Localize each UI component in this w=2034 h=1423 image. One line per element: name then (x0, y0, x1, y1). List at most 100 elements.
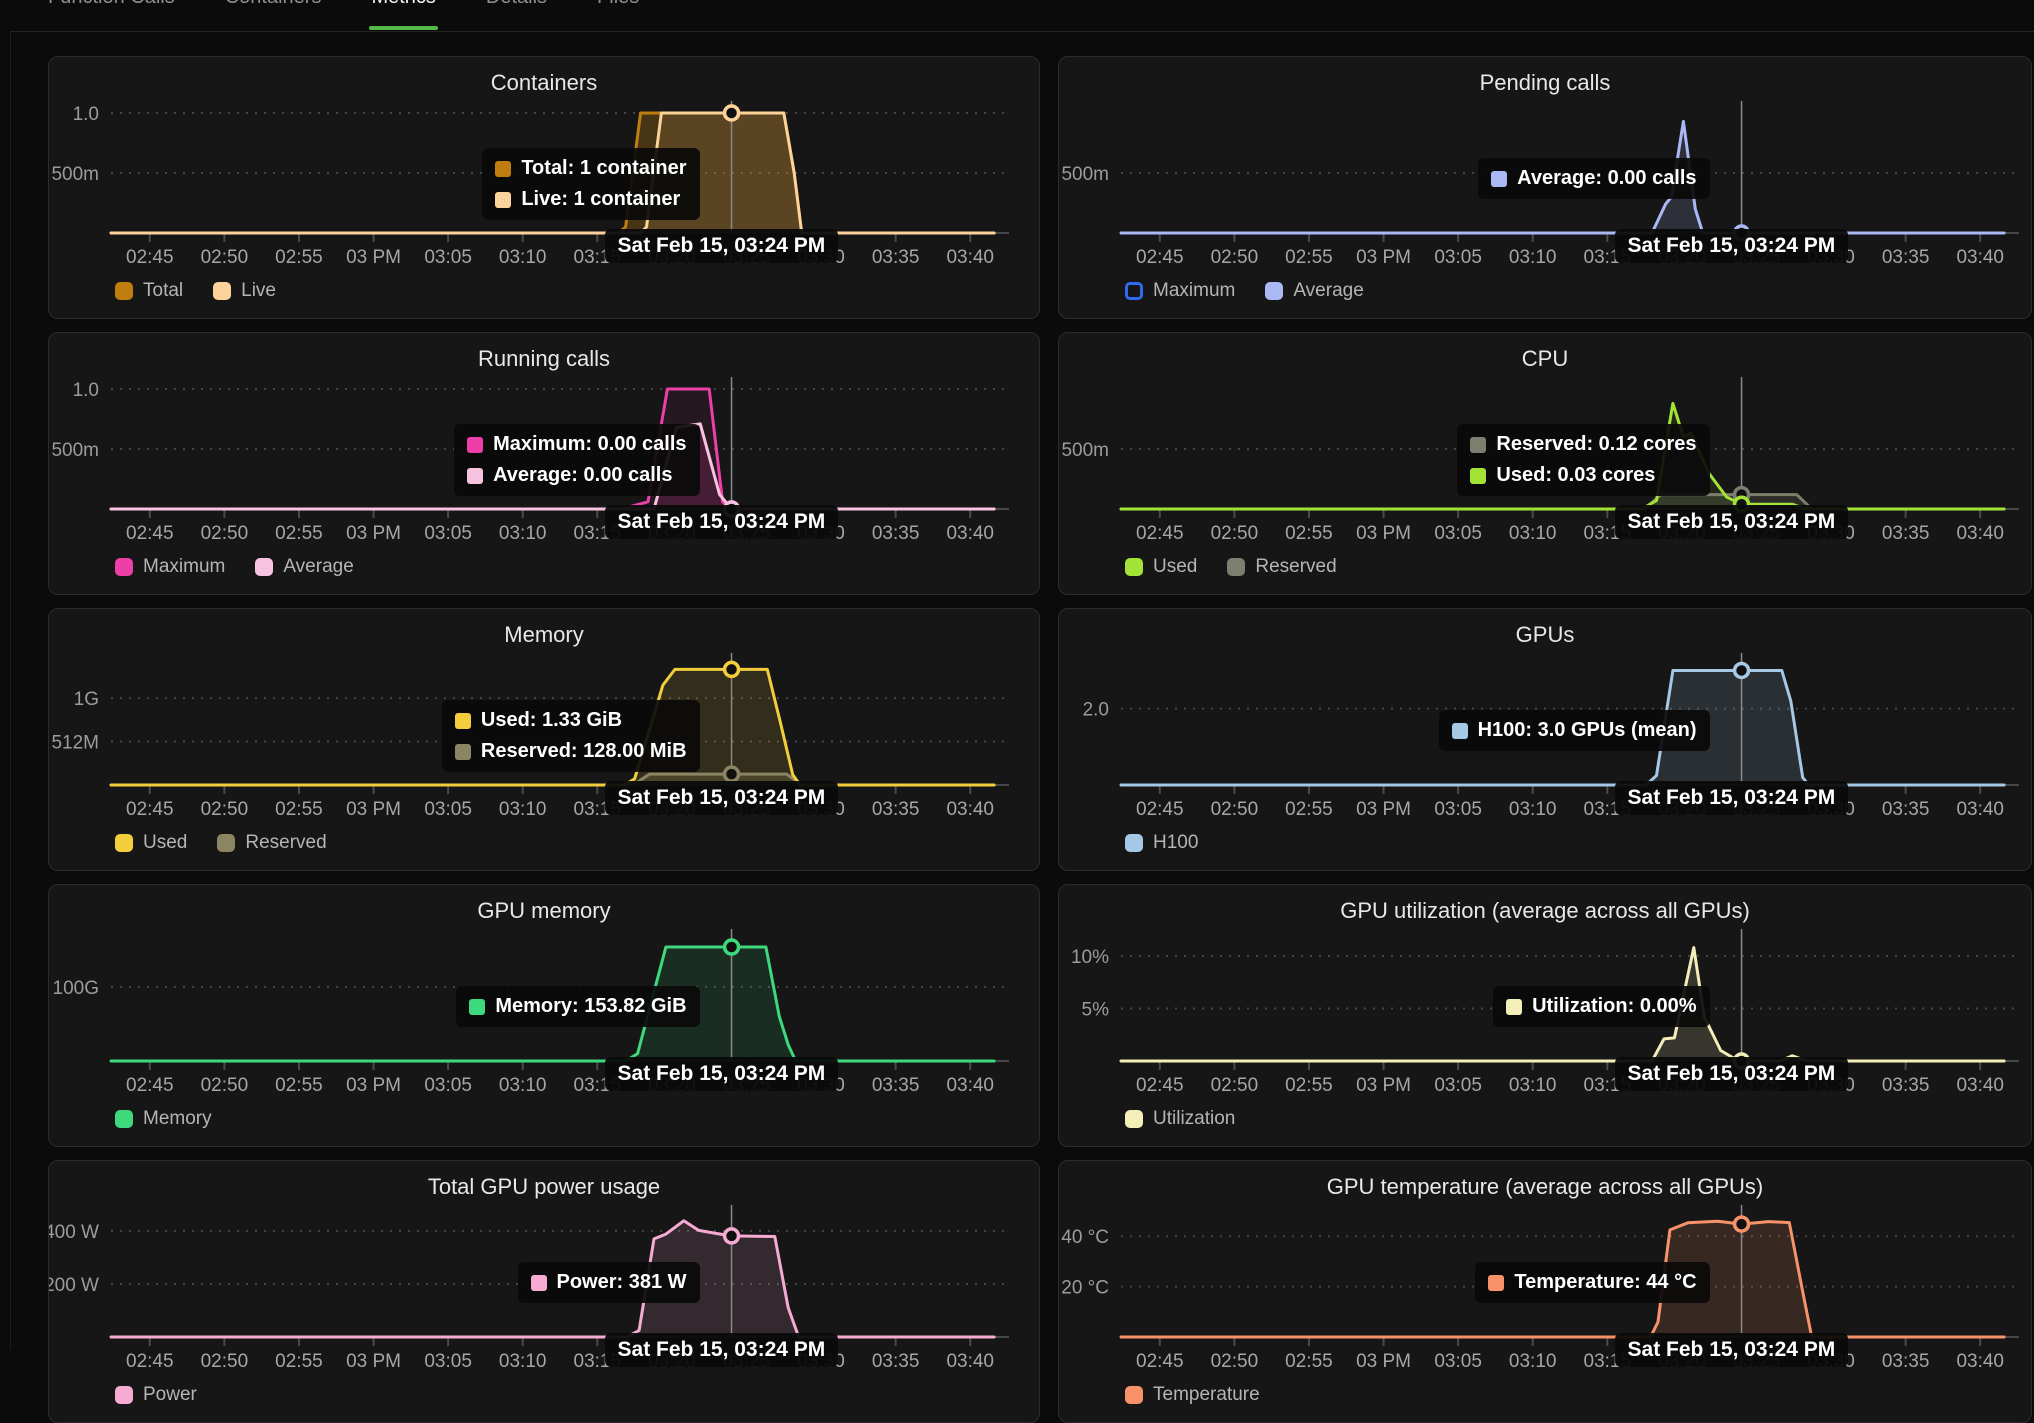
legend-item-memory[interactable]: Memory (115, 1108, 212, 1130)
chart-panel-gpus: GPUs2.002:4502:5002:5503 PM03:0503:1003:… (1058, 608, 2032, 871)
tab-function-calls[interactable]: Function Calls (48, 0, 175, 9)
svg-text:03:40: 03:40 (1956, 799, 2004, 820)
svg-text:03:35: 03:35 (872, 799, 920, 820)
chart-legend: Temperature (1125, 1384, 1260, 1406)
tooltip-text: Used: 0.03 cores (1496, 464, 1655, 487)
cursor-date-tooltip: Sat Feb 15, 03:24 PM (605, 505, 839, 539)
legend-item-power[interactable]: Power (115, 1384, 197, 1406)
svg-text:03:10: 03:10 (1509, 523, 1557, 544)
tooltip-text: Memory: 153.82 GiB (495, 995, 686, 1018)
chart-legend: Maximum Average (115, 556, 354, 578)
svg-text:03 PM: 03 PM (346, 799, 401, 820)
legend-item-average[interactable]: Average (255, 556, 353, 578)
legend-item-utilization[interactable]: Utilization (1125, 1108, 1235, 1130)
legend-item-maximum[interactable]: Maximum (1125, 280, 1235, 302)
svg-text:03:35: 03:35 (1882, 523, 1930, 544)
svg-text:02:50: 02:50 (201, 799, 249, 820)
svg-text:03:10: 03:10 (1509, 799, 1557, 820)
svg-text:02:45: 02:45 (1136, 1075, 1184, 1096)
svg-text:02:50: 02:50 (1211, 799, 1259, 820)
chart-tooltip: Total: 1 containerLive: 1 container (482, 148, 699, 220)
tab-details[interactable]: Details (486, 0, 547, 9)
tooltip-row: Average: 0.00 calls (1491, 167, 1696, 190)
chart-tooltip: Maximum: 0.00 callsAverage: 0.00 calls (454, 424, 699, 496)
legend-swatch (217, 834, 235, 852)
tooltip-swatch (1491, 171, 1507, 187)
svg-text:5%: 5% (1082, 1000, 1110, 1021)
svg-text:02:55: 02:55 (275, 1351, 323, 1372)
svg-text:03:40: 03:40 (946, 1351, 994, 1372)
svg-text:03:40: 03:40 (1956, 1075, 2004, 1096)
svg-text:1.0: 1.0 (73, 380, 99, 401)
legend-swatch (115, 282, 133, 300)
legend-swatch (255, 558, 273, 576)
legend-item-live[interactable]: Live (213, 280, 276, 302)
svg-text:02:50: 02:50 (1211, 1075, 1259, 1096)
chart-panel-pending-calls: Pending calls500m02:4502:5002:5503 PM03:… (1058, 56, 2032, 319)
svg-text:500m: 500m (51, 164, 99, 185)
legend-swatch (1125, 1386, 1143, 1404)
chart-legend: H100 (1125, 832, 1198, 854)
tooltip-row: Memory: 153.82 GiB (469, 995, 686, 1018)
legend-item-maximum[interactable]: Maximum (115, 556, 225, 578)
svg-text:03:10: 03:10 (499, 1075, 547, 1096)
svg-text:02:45: 02:45 (126, 523, 174, 544)
tooltip-row: Average: 0.00 calls (467, 464, 686, 487)
svg-text:02:55: 02:55 (275, 523, 323, 544)
legend-label: Maximum (143, 556, 225, 578)
legend-item-used[interactable]: Used (115, 832, 187, 854)
legend-item-average[interactable]: Average (1265, 280, 1363, 302)
legend-item-reserved[interactable]: Reserved (1227, 556, 1336, 578)
svg-text:02:55: 02:55 (1285, 1075, 1333, 1096)
svg-text:03:35: 03:35 (1882, 1351, 1930, 1372)
legend-label: Reserved (245, 832, 326, 854)
legend-swatch (1125, 558, 1143, 576)
legend-item-h100[interactable]: H100 (1125, 832, 1198, 854)
svg-text:1G: 1G (74, 689, 99, 710)
svg-text:02:55: 02:55 (275, 247, 323, 268)
svg-text:512M: 512M (51, 733, 99, 754)
tooltip-swatch (1488, 1275, 1504, 1291)
svg-text:03:05: 03:05 (424, 247, 472, 268)
tab-containers[interactable]: Containers (225, 0, 322, 9)
cursor-date-tooltip: Sat Feb 15, 03:24 PM (605, 1333, 839, 1367)
svg-text:03 PM: 03 PM (346, 1351, 401, 1372)
svg-text:02:55: 02:55 (1285, 1351, 1333, 1372)
content-left-border (10, 31, 11, 1350)
svg-text:03:05: 03:05 (424, 1075, 472, 1096)
tooltip-swatch (1452, 723, 1468, 739)
svg-text:03:10: 03:10 (499, 799, 547, 820)
svg-text:03:10: 03:10 (1509, 1075, 1557, 1096)
chart-panel-running-calls: Running calls1.0500m02:4502:5002:5503 PM… (48, 332, 1040, 595)
svg-text:02:50: 02:50 (201, 1351, 249, 1372)
tab-metrics[interactable]: Metrics (371, 0, 435, 9)
legend-item-reserved[interactable]: Reserved (217, 832, 326, 854)
tooltip-swatch (455, 713, 471, 729)
legend-item-total[interactable]: Total (115, 280, 183, 302)
legend-swatch (1125, 282, 1143, 300)
tooltip-text: Reserved: 0.12 cores (1496, 433, 1696, 456)
svg-text:03:05: 03:05 (1434, 247, 1482, 268)
svg-text:03:10: 03:10 (499, 1351, 547, 1372)
svg-text:02:45: 02:45 (126, 799, 174, 820)
legend-label: Used (1153, 556, 1197, 578)
legend-item-used[interactable]: Used (1125, 556, 1197, 578)
tooltip-row: Live: 1 container (495, 188, 686, 211)
tooltip-swatch (495, 192, 511, 208)
chart-legend: Utilization (1125, 1108, 1235, 1130)
tooltip-swatch (1470, 437, 1486, 453)
svg-text:02:50: 02:50 (201, 523, 249, 544)
tooltip-row: Utilization: 0.00% (1506, 995, 1696, 1018)
tooltip-swatch (1470, 468, 1486, 484)
legend-label: Average (283, 556, 353, 578)
svg-text:02:45: 02:45 (126, 1075, 174, 1096)
legend-label: Temperature (1153, 1384, 1260, 1406)
svg-text:400 W: 400 W (49, 1222, 99, 1243)
tab-files[interactable]: Files (597, 0, 639, 9)
legend-item-temperature[interactable]: Temperature (1125, 1384, 1260, 1406)
tooltip-row: Power: 381 W (531, 1271, 687, 1294)
svg-text:03 PM: 03 PM (1356, 523, 1411, 544)
legend-swatch (1265, 282, 1283, 300)
tooltip-text: Average: 0.00 calls (493, 464, 672, 487)
svg-text:03:40: 03:40 (1956, 1351, 2004, 1372)
